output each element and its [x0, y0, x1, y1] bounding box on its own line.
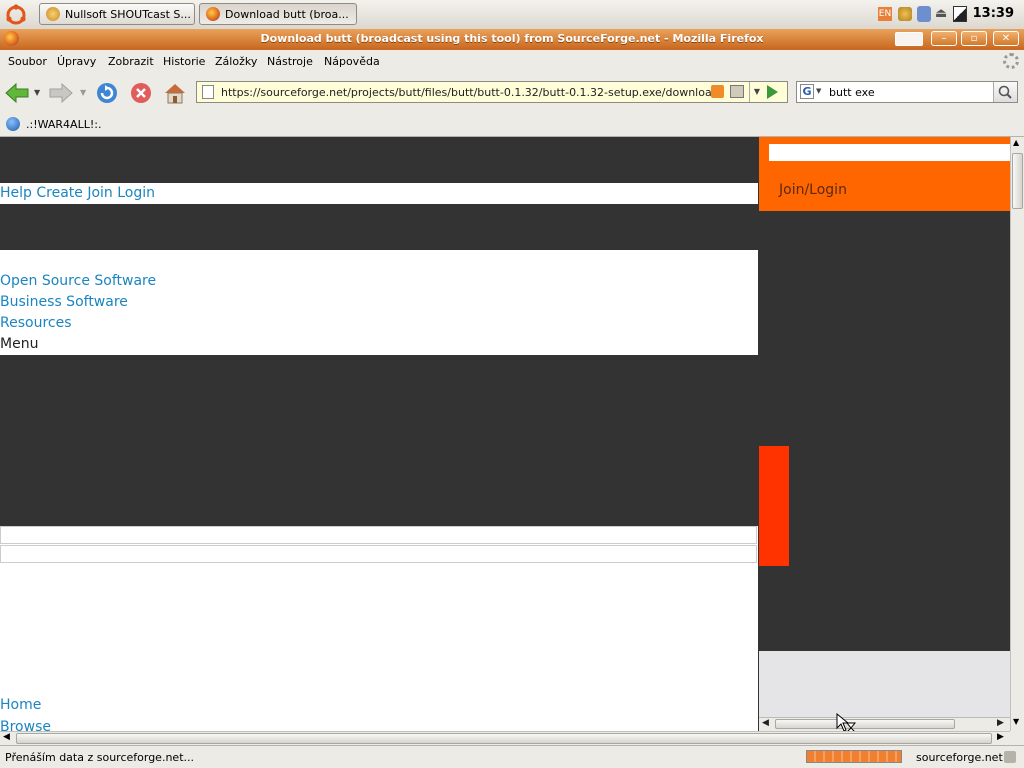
progress-fill: [807, 751, 901, 762]
taskbar-task-firefox[interactable]: Download butt (broa...: [199, 3, 357, 25]
url-bar[interactable]: https://sourceforge.net/projects/butt/fi…: [196, 81, 788, 103]
bookmarks-toolbar: .:!WAR4ALL!:.: [0, 114, 1024, 137]
url-text[interactable]: https://sourceforge.net/projects/butt/fi…: [221, 86, 719, 99]
window-title: Download butt (broadcast using this tool…: [260, 32, 764, 45]
footer-link-browse[interactable]: Browse: [0, 719, 51, 731]
page-icon: [202, 85, 214, 99]
status-bar: Přenáším data z sourceforge.net... sourc…: [0, 745, 1024, 768]
sidebar: Join/Login ◀ ▶: [758, 137, 1010, 731]
window-titlebar[interactable]: Download butt (broadcast using this tool…: [0, 29, 1024, 50]
rss-feed-icon[interactable]: [711, 85, 724, 98]
home-icon[interactable]: [162, 80, 188, 106]
security-icon[interactable]: [730, 85, 744, 98]
task-label: Download butt (broa...: [225, 7, 349, 21]
nav-link-business-software[interactable]: Business Software: [0, 294, 128, 310]
vertical-scrollbar[interactable]: ▲ ▼: [1010, 137, 1024, 731]
search-engine-dropdown-icon[interactable]: ▼: [816, 87, 821, 95]
nav-links: Open Source Software Business Software R…: [0, 250, 758, 355]
scroll-right-arrow-icon[interactable]: ▶: [997, 732, 1004, 742]
scroll-down-arrow-icon[interactable]: ▼: [1013, 717, 1019, 726]
loading-progress-bar: [806, 750, 902, 763]
menu-nastroje[interactable]: Nástroje: [267, 55, 313, 68]
vertical-scrollbar-thumb[interactable]: [1012, 153, 1023, 209]
mouse-cursor-icon: [836, 712, 857, 733]
back-history-dropdown-icon[interactable]: ▼: [34, 88, 40, 97]
google-search-engine-icon[interactable]: G: [800, 84, 814, 99]
status-text: Přenáším data z sourceforge.net...: [5, 751, 194, 764]
task-label: Nullsoft SHOUTcast S...: [65, 7, 191, 21]
horizontal-scrollbar[interactable]: ◀ ▶: [0, 731, 1010, 745]
forward-history-dropdown-icon[interactable]: ▼: [80, 88, 86, 97]
menu-zalozky[interactable]: Záložky: [215, 55, 257, 68]
horizontal-scrollbar-thumb[interactable]: [16, 733, 992, 744]
search-button[interactable]: [993, 82, 1017, 102]
menu-upravy[interactable]: Úpravy: [57, 55, 96, 68]
forward-button[interactable]: [48, 80, 74, 106]
menu-zobrazit[interactable]: Zobrazit: [108, 55, 154, 68]
join-login-link[interactable]: Join/Login: [779, 182, 847, 198]
back-button[interactable]: [4, 80, 30, 106]
scroll-up-arrow-icon[interactable]: ▲: [1013, 138, 1019, 147]
lock-icon[interactable]: [1004, 751, 1016, 763]
top-links: Help Create Join Login: [0, 183, 758, 204]
ubuntu-menu-icon[interactable]: [5, 4, 27, 26]
dark-band-3: [0, 355, 758, 526]
close-button[interactable]: ✕: [993, 31, 1019, 46]
battery-icon[interactable]: [953, 6, 967, 22]
menubar: Soubor Úpravy Zobrazit Historie Záložky …: [0, 50, 1024, 72]
sidebar-horizontal-scrollbar[interactable]: ◀ ▶: [759, 717, 1010, 731]
page-content: Help Create Join Login Open Source Softw…: [0, 137, 1010, 731]
network-icon[interactable]: [898, 7, 912, 21]
eject-icon[interactable]: ⏏: [935, 6, 949, 22]
stop-icon[interactable]: [128, 80, 154, 106]
dark-band-2: [0, 204, 758, 250]
bookmark-icon: [6, 117, 20, 131]
sidebar-search-field[interactable]: [769, 144, 1010, 161]
nav-link-open-source[interactable]: Open Source Software: [0, 273, 156, 289]
throbber-icon: [1003, 53, 1019, 69]
scroll-right-arrow-icon[interactable]: ▶: [997, 718, 1004, 728]
top-panel: Nullsoft SHOUTcast S... Download butt (b…: [0, 0, 1024, 30]
header-band: [0, 137, 758, 183]
firefox-icon: [206, 7, 220, 21]
winamp-icon: [46, 7, 60, 21]
bluetooth-icon[interactable]: [917, 6, 931, 22]
search-input[interactable]: butt exe: [829, 86, 875, 99]
nav-link-resources[interactable]: Resources: [0, 315, 72, 331]
empty-field-1[interactable]: [0, 526, 757, 544]
empty-field-2[interactable]: [0, 545, 757, 563]
url-history-dropdown-icon[interactable]: ▼: [749, 82, 764, 102]
maximize-button[interactable]: ▫: [961, 31, 987, 46]
search-bar[interactable]: G ▼ butt exe: [796, 81, 1018, 103]
reload-icon[interactable]: [94, 80, 120, 106]
minimize-button[interactable]: –: [931, 31, 957, 46]
go-button[interactable]: [767, 85, 778, 99]
status-site: sourceforge.net: [916, 751, 1003, 764]
menu-napoveda[interactable]: Nápověda: [324, 55, 380, 68]
footer-link-home[interactable]: Home: [0, 697, 41, 713]
bookmark-label: .:!WAR4ALL!:.: [26, 117, 102, 131]
window-menu-icon[interactable]: [895, 32, 923, 46]
menu-label[interactable]: Menu: [0, 336, 38, 352]
menu-soubor[interactable]: Soubor: [8, 55, 47, 68]
scroll-left-arrow-icon[interactable]: ◀: [3, 732, 10, 742]
sidebar-login-box: Join/Login: [759, 137, 1010, 211]
menu-historie[interactable]: Historie: [163, 55, 205, 68]
red-banner[interactable]: [759, 446, 789, 566]
language-indicator[interactable]: EN: [878, 7, 892, 21]
scroll-left-arrow-icon[interactable]: ◀: [762, 718, 769, 728]
taskbar-task-shoutcast[interactable]: Nullsoft SHOUTcast S...: [39, 3, 195, 25]
scrollbar-thumb[interactable]: [775, 719, 955, 729]
clock[interactable]: 13:39: [973, 6, 1014, 21]
sidebar-grey-panel: [759, 651, 1010, 717]
bookmark-item[interactable]: .:!WAR4ALL!:.: [6, 117, 101, 131]
top-links-text[interactable]: Help Create Join Login: [0, 185, 155, 201]
